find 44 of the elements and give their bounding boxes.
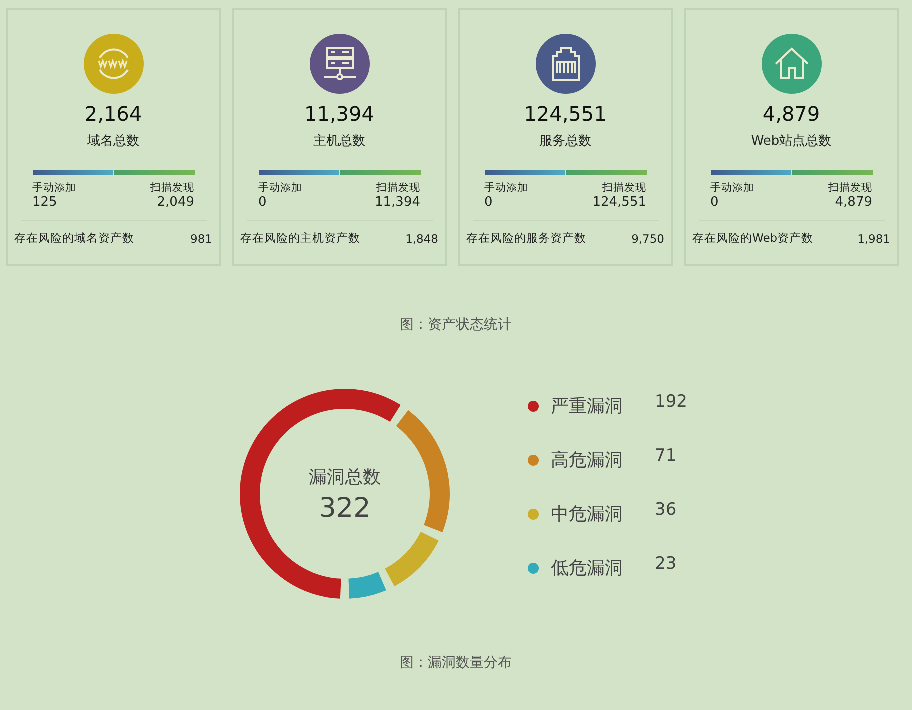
legend-value: 23 (655, 554, 677, 574)
legend-label: 严重漏洞 (551, 395, 624, 418)
risk-label: 存在风险的域名资产数 (14, 231, 134, 246)
scan-count: 4,879 (835, 195, 872, 210)
center-label: 漏洞总数 (309, 466, 381, 488)
scan-count: 11,394 (375, 195, 420, 210)
risk-label: 存在风险的服务资产数 (466, 231, 586, 246)
manual-label: 手动添加 (710, 181, 754, 195)
scan-label: 扫描发现 (602, 181, 646, 195)
card-label: 服务总数 (540, 133, 592, 150)
center-value: 322 (319, 492, 371, 524)
risk-count: 1,848 (406, 232, 438, 246)
risk-count: 9,750 (632, 232, 664, 246)
legend-label: 低危漏洞 (551, 557, 624, 580)
manual-label: 手动添加 (484, 181, 528, 195)
figure-caption: 图：资产状态统计 (399, 316, 513, 334)
card-label: 域名总数 (88, 133, 140, 150)
legend-value: 36 (655, 500, 677, 520)
total-count: 2,164 (84, 102, 142, 126)
manual-label: 手动添加 (32, 181, 76, 195)
scan-label: 扫描发现 (828, 181, 872, 195)
scan-count: 2,049 (157, 195, 194, 210)
figure-caption: 图：漏洞数量分布 (399, 654, 513, 672)
scan-label: 扫描发现 (150, 181, 194, 195)
total-count: 4,879 (762, 102, 820, 126)
risk-label: 存在风险的主机资产数 (240, 231, 360, 246)
total-count: 11,394 (304, 102, 374, 126)
manual-count: 0 (710, 195, 720, 210)
total-count: 124,551 (524, 102, 607, 126)
risk-label: 存在风险的Web资产数 (692, 231, 814, 246)
manual-count: 125 (32, 195, 58, 210)
card-label: 主机总数 (314, 133, 366, 150)
legend-label: 中危漏洞 (551, 503, 624, 526)
manual-count: 0 (258, 195, 268, 210)
manual-count: 0 (484, 195, 494, 210)
scan-count: 124,551 (592, 195, 646, 210)
scan-label: 扫描发现 (376, 181, 420, 195)
legend-value: 71 (655, 446, 677, 466)
legend-label: 高危漏洞 (551, 449, 624, 472)
card-label: Web站点总数 (751, 133, 832, 150)
legend-value: 192 (655, 392, 688, 412)
risk-count: 981 (190, 232, 212, 246)
manual-label: 手动添加 (258, 181, 302, 195)
risk-count: 1,981 (858, 232, 890, 246)
